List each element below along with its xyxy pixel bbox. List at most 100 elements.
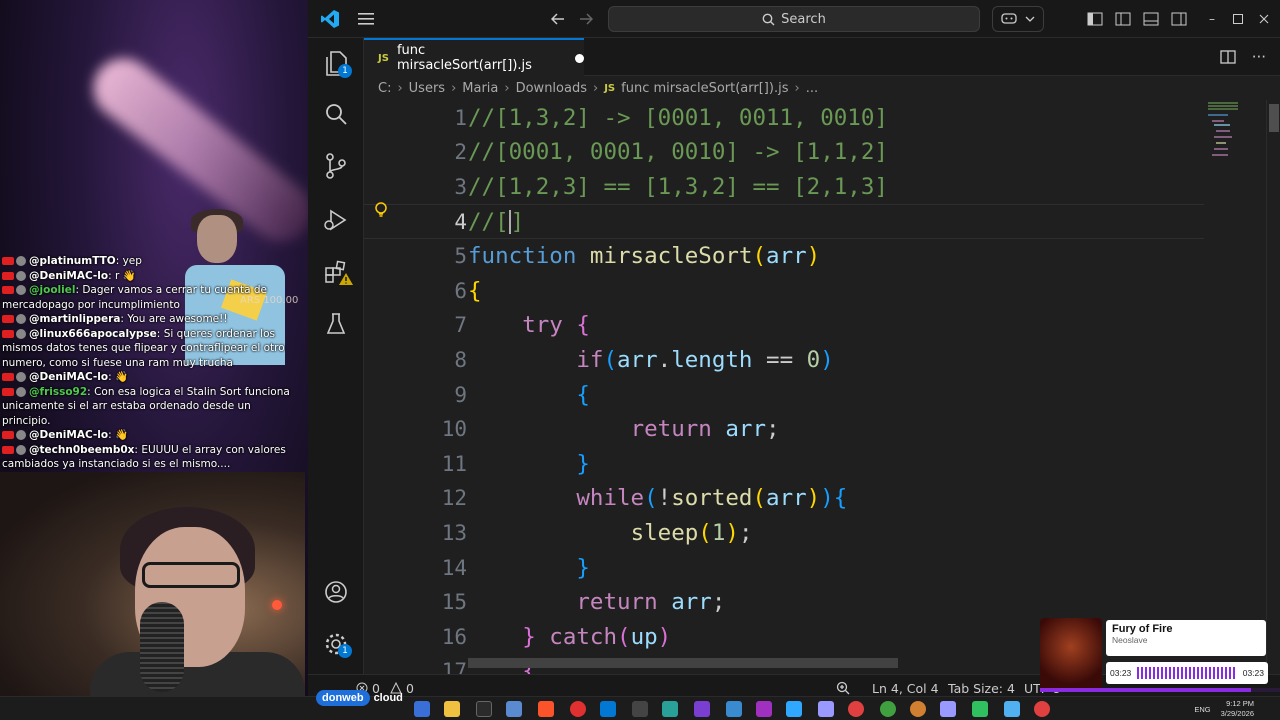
breadcrumb-item[interactable]: Downloads (516, 81, 587, 96)
code-token: ) (806, 485, 821, 512)
code-token: arr (725, 416, 767, 443)
after-effects-icon[interactable] (818, 701, 834, 717)
toggle-primary-sidebar-icon[interactable] (1084, 0, 1106, 38)
command-center-search[interactable]: Search (608, 6, 980, 32)
back-arrow-icon[interactable] (546, 0, 570, 38)
breadcrumb-item[interactable]: C: (378, 81, 391, 96)
toggle-sidebar-icon[interactable] (1112, 0, 1134, 38)
line-number: 13 (441, 520, 467, 545)
forward-arrow-icon[interactable] (574, 0, 598, 38)
chrome-icon[interactable] (910, 701, 926, 717)
code-line[interactable]: 13 sleep(1); (364, 516, 1204, 551)
youtube-icon (2, 373, 14, 381)
app-icon[interactable] (632, 701, 648, 717)
code-token: ! (657, 485, 672, 512)
app-icon[interactable] (756, 701, 772, 717)
vscode-taskbar-icon[interactable] (600, 701, 616, 717)
code-line[interactable]: 5 function mirsacleSort(arr) (364, 239, 1204, 274)
editor-actions: ··· (1220, 38, 1266, 76)
obs-icon[interactable] (570, 701, 586, 717)
elapsed-time: 03:23 (1110, 668, 1132, 678)
line-number: 8 (454, 347, 467, 372)
code-line[interactable]: 14 } (364, 550, 1204, 585)
extensions-button[interactable] (308, 248, 364, 296)
vertical-scrollbar[interactable] (1266, 100, 1280, 674)
chrome-icon[interactable] (1034, 701, 1050, 717)
donweb-cloud-logo: donweb cloud (316, 688, 406, 708)
code-line[interactable]: 3//[1,2,3] == [1,3,2] == [2,1,3] (364, 170, 1204, 205)
app-icon[interactable] (1004, 701, 1020, 717)
breadcrumb-item[interactable]: Maria (462, 81, 498, 96)
breadcrumb-file[interactable]: func mirsacleSort(arr[]).js (621, 81, 788, 96)
more-actions-icon[interactable]: ··· (1252, 48, 1266, 66)
copilot-button[interactable] (992, 6, 1044, 32)
code-editor[interactable]: 1//[1,3,2] -> [0001, 0011, 0010] 2//[0001… (364, 100, 1204, 674)
breadcrumb-symbol[interactable]: ... (806, 81, 818, 96)
stream-panel: ARS 100.00 @platinumTTO: yep @DeniMAC-lo:… (0, 0, 308, 700)
accounts-button[interactable] (308, 568, 364, 616)
lightbulb-icon[interactable] (374, 202, 388, 222)
code-token: ( (752, 485, 767, 512)
code-line[interactable]: 8 if(arr.length == 0) (364, 343, 1204, 378)
warning-count: 0 (405, 680, 414, 696)
testing-button[interactable] (308, 300, 364, 348)
app-icon[interactable] (972, 701, 988, 717)
chrome-icon[interactable] (880, 701, 896, 717)
toggle-panel-icon[interactable] (1140, 0, 1162, 38)
visual-studio-2022-icon[interactable] (694, 701, 710, 717)
minimap[interactable] (1204, 100, 1264, 674)
chat-username: @DeniMAC-lo (29, 429, 109, 441)
language-indicator[interactable]: ENG (1194, 705, 1210, 714)
clock[interactable]: 9:12 PM 3/29/2026 (1221, 699, 1254, 719)
file-explorer-icon[interactable] (444, 701, 460, 717)
code-line[interactable]: 4//[] (364, 204, 1204, 239)
code-line[interactable]: 2//[0001, 0001, 0010] -> [1,1,2] (364, 135, 1204, 170)
premiere-icon[interactable] (940, 701, 956, 717)
toggle-secondary-sidebar-icon[interactable] (1168, 0, 1190, 38)
music-progress-track (1040, 688, 1280, 692)
code-line[interactable]: 11 } (364, 447, 1204, 482)
avatar (16, 328, 26, 339)
code-line[interactable]: 15 return arr; (364, 585, 1204, 620)
manage-button[interactable]: 1 (308, 620, 364, 668)
brave-browser-icon[interactable] (538, 701, 554, 717)
tab-active-file[interactable]: JS func mirsacleSort(arr[]).js (364, 38, 584, 76)
explorer-button[interactable]: 1 (308, 40, 364, 88)
breadcrumb-item[interactable]: Users (409, 81, 445, 96)
visual-studio-icon[interactable] (414, 701, 430, 717)
code-token: arr (766, 243, 807, 270)
minimize-icon[interactable]: – (1202, 0, 1222, 38)
app-icon[interactable] (662, 701, 678, 717)
live-chat: @platinumTTO: yep @DeniMAC-lo: r 👋 @joolie… (0, 254, 302, 486)
code-token: catch (549, 623, 618, 650)
maximize-icon[interactable] (1228, 0, 1248, 38)
code-line[interactable]: 7 try { (364, 308, 1204, 343)
code-line[interactable]: 1//[1,3,2] -> [0001, 0011, 0010] (364, 101, 1204, 136)
horizontal-scrollbar[interactable] (468, 658, 898, 668)
photoshop-icon[interactable] (786, 701, 802, 717)
scrollbar-thumb[interactable] (1269, 104, 1279, 132)
unsaved-dot-icon[interactable] (575, 53, 584, 63)
code-line[interactable]: 10 return arr; (364, 412, 1204, 447)
run-debug-button[interactable] (308, 196, 364, 244)
code-line[interactable]: 6{ (364, 274, 1204, 309)
search-view-button[interactable] (308, 90, 364, 138)
youtube-icon (2, 286, 14, 294)
calendar-icon[interactable] (506, 701, 522, 717)
chat-text: 👋 (115, 371, 129, 383)
menu-icon[interactable] (354, 0, 378, 38)
terminal-icon[interactable] (476, 701, 492, 717)
code-token: ; (711, 589, 726, 616)
code-token: ( (698, 519, 712, 546)
text-cursor (508, 210, 511, 235)
split-editor-icon[interactable] (1220, 50, 1236, 64)
minimap-line (1212, 154, 1228, 156)
code-line[interactable]: 9 { (364, 377, 1204, 412)
code-token: ; (766, 416, 780, 443)
source-control-button[interactable] (308, 142, 364, 190)
app-icon[interactable] (726, 701, 742, 717)
code-line[interactable]: 12 while(!sorted(arr)){ (364, 481, 1204, 516)
close-icon[interactable] (1254, 0, 1274, 38)
chrome-icon[interactable] (848, 701, 864, 717)
